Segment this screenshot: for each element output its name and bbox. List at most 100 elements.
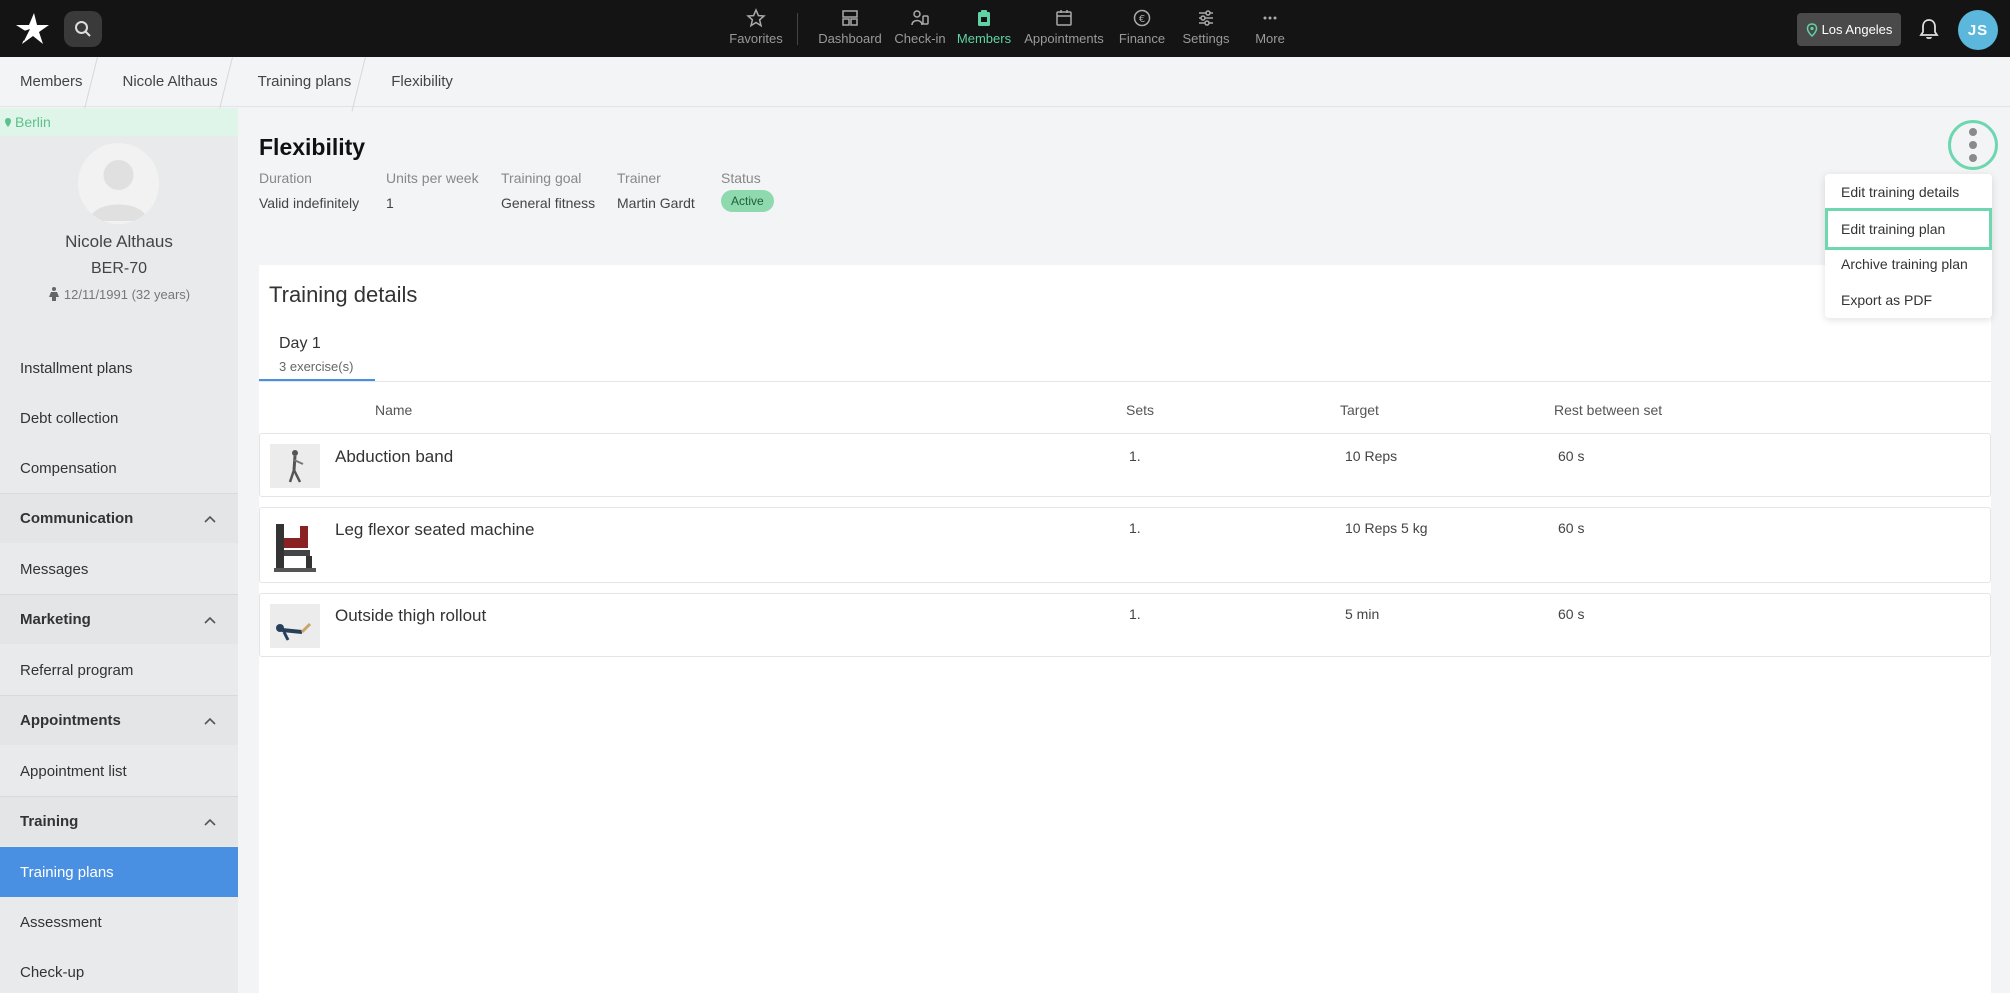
sidebar-group-communication[interactable]: Communication [0, 493, 238, 543]
member-id: BER-70 [90, 260, 148, 277]
search-icon [75, 21, 91, 37]
more-options-button[interactable] [1948, 120, 1998, 170]
column-header-sets: Sets [1126, 402, 1155, 418]
location-pin-icon [5, 117, 11, 127]
menu-item-archive-training-plan[interactable]: Archive training plan [1825, 246, 1992, 282]
check-in-icon [911, 10, 929, 26]
location-pin-icon [1806, 22, 1817, 37]
exercise-sets: 1. [1129, 606, 1141, 622]
table-row[interactable]: Outside thigh rollout 1. 5 min 60 s [259, 593, 1991, 657]
column-header-name: Name [375, 402, 413, 418]
table-row[interactable]: Leg flexor seated machine 1. 10 Reps 5 k… [259, 507, 1991, 583]
sidebar-group-appointments[interactable]: Appointments [0, 695, 238, 745]
location-selector[interactable]: Los Angeles [1797, 13, 1901, 46]
sidebar: Berlin Nicole Althaus BER-70 12/11/1991 … [0, 108, 238, 993]
training-details-card: Training details Day 1 3 exercise(s) Nam… [259, 265, 1991, 993]
exercise-rest: 60 s [1558, 448, 1585, 464]
exercise-target: 10 Reps 5 kg [1345, 520, 1428, 536]
exercise-rest: 60 s [1558, 606, 1585, 622]
sidebar-item-compensation[interactable]: Compensation [0, 443, 238, 493]
page-title: Flexibility [259, 134, 366, 160]
search-button[interactable] [64, 11, 102, 47]
breadcrumb-member-name[interactable]: Nicole Althaus [103, 57, 238, 107]
chevron-up-icon [204, 515, 216, 523]
exercise-name: Abduction band [335, 447, 454, 466]
table-row[interactable]: Abduction band 1. 10 Reps 60 s [259, 433, 1991, 497]
exercise-thumbnail [270, 444, 320, 488]
nav-separator [797, 13, 798, 45]
exercise-sets: 1. [1129, 520, 1141, 536]
exercise-thumbnail [270, 516, 320, 574]
main-content: Flexibility Duration Valid indefinitely … [238, 108, 2010, 993]
meta-training-goal: Training goal General fitness [501, 170, 596, 211]
meta-trainer: Trainer Martin Gardt [617, 170, 695, 211]
sidebar-group-training[interactable]: Training [0, 796, 238, 846]
more-options-menu: Edit training details Edit training plan… [1825, 174, 1992, 318]
section-title: Training details [269, 282, 418, 307]
nav-more[interactable]: More [1252, 8, 1288, 48]
breadcrumb: Members Nicole Althaus Training plans Fl… [0, 57, 2010, 107]
exercise-name: Outside thigh rollout [335, 606, 487, 625]
gender-icon [48, 287, 59, 301]
exercise-target: 10 Reps [1345, 448, 1398, 464]
tab-day-1[interactable]: Day 1 3 exercise(s) [259, 321, 375, 381]
svg-text:€: € [1139, 14, 1145, 25]
dashboard-icon [842, 10, 858, 26]
more-icon [1263, 16, 1277, 20]
status-badge: Active [721, 190, 774, 212]
menu-item-edit-training-details[interactable]: Edit training details [1825, 174, 1992, 210]
sidebar-group-marketing[interactable]: Marketing [0, 594, 238, 644]
exercise-figure-icon [270, 444, 320, 488]
tab-divider [259, 381, 1991, 382]
chevron-up-icon [204, 616, 216, 624]
column-header-target: Target [1340, 402, 1379, 418]
sidebar-item-referral-program[interactable]: Referral program [0, 645, 238, 695]
column-header-rest: Rest between set [1554, 402, 1663, 418]
sidebar-item-training-plans[interactable]: Training plans [0, 847, 238, 897]
nav-settings[interactable]: Settings [1181, 8, 1231, 48]
members-icon [978, 10, 990, 26]
sidebar-item-messages[interactable]: Messages [0, 544, 238, 594]
nav-favorites[interactable]: Favorites [729, 8, 783, 48]
breadcrumb-training-plans[interactable]: Training plans [238, 57, 372, 107]
sidebar-item-installment-plans[interactable]: Installment plans [0, 343, 238, 393]
nav-check-in[interactable]: Check-in [892, 8, 948, 48]
member-avatar[interactable] [78, 143, 159, 224]
nav-appointments[interactable]: Appointments [1024, 8, 1104, 48]
member-dob: 12/11/1991 (32 years) [0, 286, 238, 302]
menu-item-export-pdf[interactable]: Export as PDF [1825, 282, 1992, 318]
sidebar-item-assessment[interactable]: Assessment [0, 897, 238, 947]
calendar-icon [1056, 10, 1072, 26]
exercise-name: Leg flexor seated machine [335, 520, 535, 539]
machine-icon [274, 524, 316, 572]
meta-duration: Duration Valid indefinitely [259, 170, 360, 211]
exercise-thumbnail [270, 604, 320, 648]
breadcrumb-current: Flexibility [371, 57, 473, 107]
top-navigation-bar: Favorites Dashboard Check-in Members App… [0, 0, 2010, 57]
menu-item-edit-training-plan[interactable]: Edit training plan [1825, 208, 1992, 250]
bell-icon[interactable] [1917, 17, 1941, 41]
meta-units-per-week: Units per week 1 [386, 170, 479, 211]
exercise-figure-icon [270, 604, 320, 648]
chevron-up-icon [204, 818, 216, 826]
kebab-dot [1969, 141, 1977, 149]
kebab-dot [1969, 128, 1977, 136]
exercise-rest: 60 s [1558, 520, 1585, 536]
exercise-target: 5 min [1345, 606, 1380, 622]
chevron-up-icon [204, 717, 216, 725]
sidebar-item-check-up[interactable]: Check-up [0, 947, 238, 993]
nav-dashboard[interactable]: Dashboard [818, 8, 882, 48]
exercise-sets: 1. [1129, 448, 1141, 464]
user-avatar[interactable]: JS [1958, 10, 1998, 50]
member-location-tag: Berlin [0, 108, 238, 136]
nav-members[interactable]: Members [957, 8, 1011, 48]
person-placeholder-icon [90, 160, 147, 221]
euro-icon: € [1133, 9, 1151, 27]
member-name: Nicole Althaus [65, 232, 173, 251]
sliders-icon [1199, 10, 1213, 26]
nav-finance[interactable]: € Finance [1118, 8, 1166, 48]
app-logo-icon[interactable] [14, 11, 50, 47]
sidebar-item-debt-collection[interactable]: Debt collection [0, 393, 238, 443]
sidebar-item-appointment-list[interactable]: Appointment list [0, 746, 238, 796]
star-icon [746, 8, 766, 28]
